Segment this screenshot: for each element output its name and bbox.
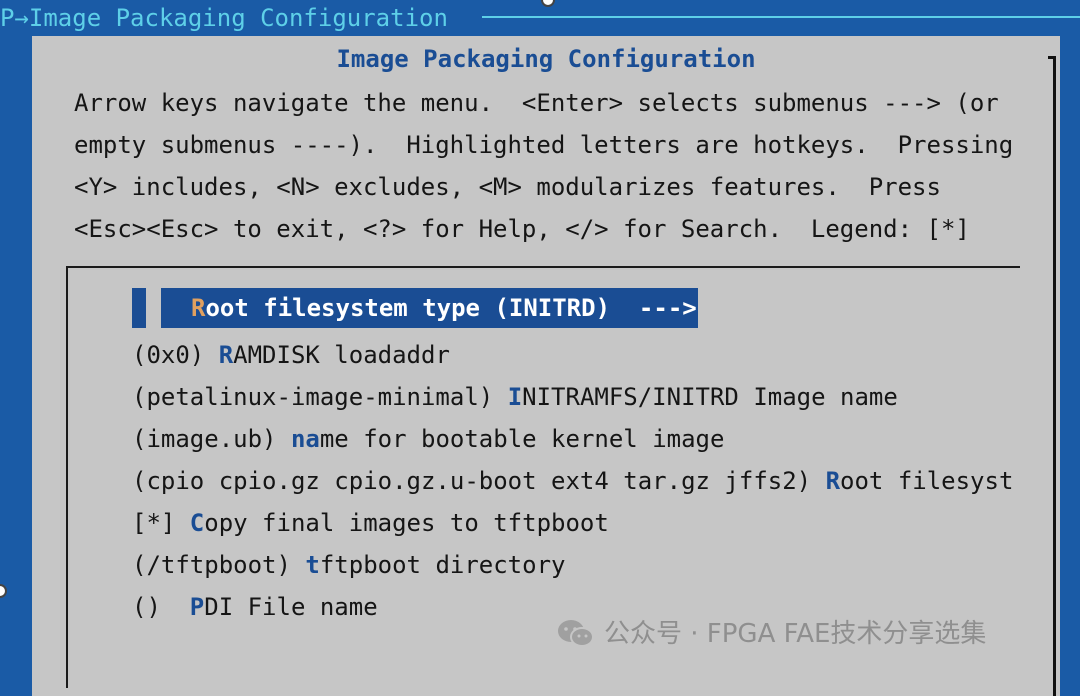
menu-item-root-filesystem-type[interactable]: Root filesystem type (INITRD) ---> xyxy=(161,288,698,328)
breadcrumb-divider xyxy=(482,16,1080,18)
menu-item-hotkey: R xyxy=(191,294,206,322)
menu-item-label: DI File name xyxy=(204,593,378,621)
menu-item-copy-to-tftpboot[interactable]: [*] Copy final images to tftpboot xyxy=(132,508,609,538)
menu-item-label: opy final images to tftpboot xyxy=(204,509,609,537)
menu-item-bootable-image-name[interactable]: (image.ub) name for bootable kernel imag… xyxy=(132,424,724,454)
selection-marker xyxy=(132,288,146,328)
menu-item-label: oot filesystem type (INITRD) ---> xyxy=(205,294,697,322)
menu-item-label: AMDISK loadaddr xyxy=(233,341,450,369)
dialog-title: Image Packaging Configuration xyxy=(336,45,756,73)
menu-item-hotkey: C xyxy=(189,509,205,537)
menu-item-hotkey: P xyxy=(189,593,205,621)
menu-item-initramfs-image-name[interactable]: (petalinux-image-minimal) INITRAMFS/INIT… xyxy=(132,382,898,412)
menu-item-hotkey: I xyxy=(507,383,523,411)
menu-item-pdi-file-name[interactable]: () PDI File name xyxy=(132,592,378,622)
dialog-shadow-edge xyxy=(1053,56,1056,696)
menu-item-label: me for bootable kernel image xyxy=(319,425,725,453)
menu-item-label: ftpboot directory xyxy=(319,551,566,579)
menu-item-hotkey: R xyxy=(218,341,234,369)
menu-item-value: (petalinux-image-minimal) xyxy=(132,383,508,411)
help-text-line: empty submenus ----). Highlighted letter… xyxy=(74,131,1014,159)
menu-item-value: (/tftpboot) xyxy=(132,551,306,579)
wechat-icon xyxy=(558,620,594,647)
menu-item-ramdisk-loadaddr[interactable]: (0x0) RAMDISK loadaddr xyxy=(132,340,450,370)
menu-item-value: () xyxy=(132,593,190,621)
breadcrumb: P→Image Packaging Configuration xyxy=(0,0,1080,36)
breadcrumb-text: P→Image Packaging Configuration xyxy=(0,4,448,32)
menu-item-label: NITRAMFS/INITRD Image name xyxy=(522,383,898,411)
menu-item-value: (image.ub) xyxy=(132,425,291,453)
menu-item-hotkey: R xyxy=(825,467,841,495)
watermark-text: 公众号 · FPGA FAE技术分享选集 xyxy=(604,619,987,649)
resize-handle-left[interactable] xyxy=(0,584,7,598)
menu-item-checkbox: [*] xyxy=(132,509,190,537)
menu-item-hotkey: na xyxy=(290,425,320,453)
menu-item-tftpboot-directory[interactable]: (/tftpboot) tftpboot directory xyxy=(132,550,565,580)
menu-item-value: (cpio cpio.gz cpio.gz.u-boot ext4 tar.gz… xyxy=(132,467,826,495)
menu-item-value: (0x0) xyxy=(132,341,219,369)
menu-item-hotkey: t xyxy=(305,551,320,579)
help-text-line: Arrow keys navigate the menu. <Enter> se… xyxy=(74,89,999,117)
menu-item-label: oot filesyst xyxy=(840,467,1014,495)
help-text-line: <Y> includes, <N> excludes, <M> modulari… xyxy=(74,173,941,201)
help-text-line: <Esc><Esc> to exit, <?> for Help, </> fo… xyxy=(74,215,970,243)
menu-item-root-filesystem-formats[interactable]: (cpio cpio.gz cpio.gz.u-boot ext4 tar.gz… xyxy=(132,466,1013,496)
